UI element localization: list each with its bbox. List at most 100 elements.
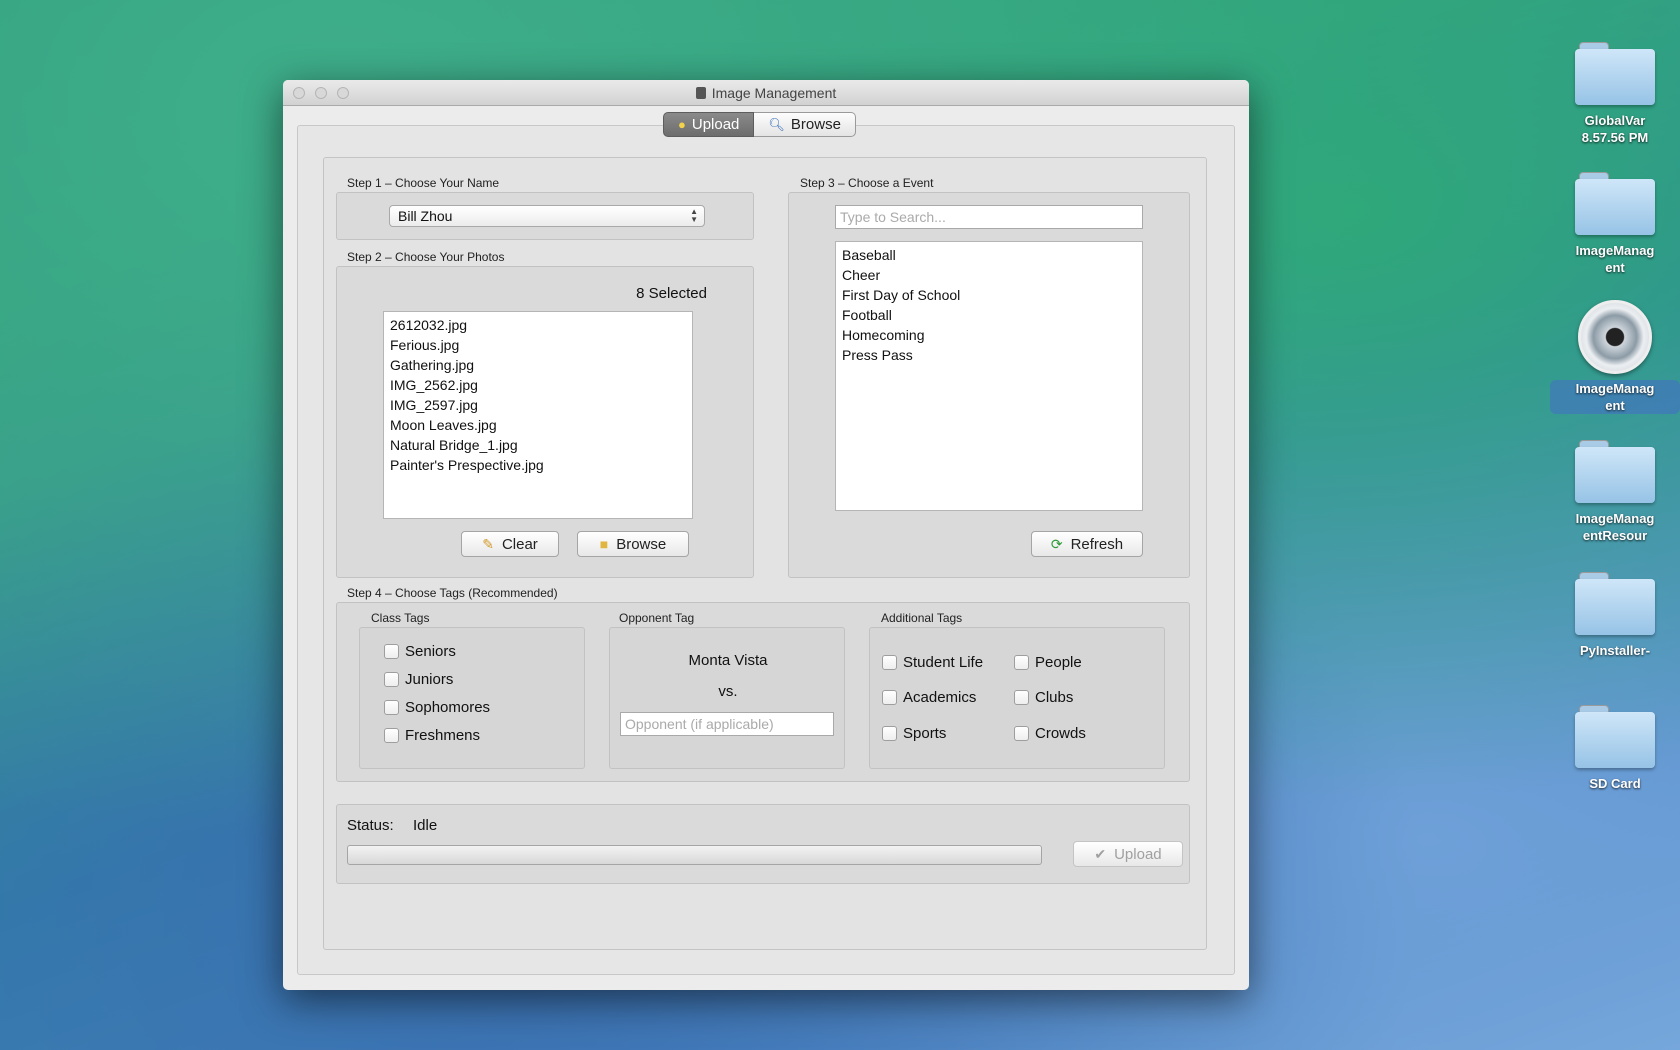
step1-group: Bill Zhou ▲ ▼ (336, 192, 754, 240)
photo-list[interactable]: 2612032.jpg Ferious.jpg Gathering.jpg IM… (383, 311, 693, 519)
list-item[interactable]: Painter's Prespective.jpg (390, 455, 686, 475)
window-titlebar[interactable]: Image Management (283, 80, 1249, 106)
checkbox[interactable] (882, 655, 897, 670)
checkbox[interactable] (882, 726, 897, 741)
checkbox-label: Sports (903, 725, 947, 742)
zoom-window-button[interactable] (337, 87, 349, 99)
checkbox[interactable] (1014, 690, 1029, 705)
checkbox[interactable] (384, 728, 399, 743)
checkbox-freshmens[interactable]: Freshmens (384, 727, 480, 744)
checkbox[interactable] (384, 700, 399, 715)
list-item[interactable]: Gathering.jpg (390, 355, 686, 375)
event-search-input[interactable]: Type to Search... (835, 205, 1143, 229)
name-select[interactable]: Bill Zhou ▲ ▼ (389, 205, 705, 227)
checkbox-label: Clubs (1035, 689, 1074, 706)
list-item[interactable]: Ferious.jpg (390, 335, 686, 355)
list-item[interactable]: First Day of School (842, 285, 1136, 305)
tab-label: Browse (790, 116, 841, 133)
tab-browse[interactable]: 🔍︎ Browse (754, 112, 856, 137)
class-tags-label: Class Tags (371, 611, 430, 625)
magnifier-icon: 🔍︎ (768, 117, 785, 132)
minimize-window-button[interactable] (315, 87, 327, 99)
folder-icon (1575, 172, 1655, 236)
folder-icon (1575, 42, 1655, 106)
app-title-icon (695, 87, 706, 99)
step4-label: Step 4 – Choose Tags (Recommended) (347, 586, 558, 600)
step3-label: Step 3 – Choose a Event (800, 176, 934, 190)
tab-label: Upload (691, 116, 740, 133)
checkmark-icon: ✔ (1094, 845, 1107, 862)
list-item[interactable]: Press Pass (842, 345, 1136, 365)
browse-button-label: Browse (616, 535, 667, 553)
list-item[interactable]: Natural Bridge_1.jpg (390, 435, 686, 455)
broom-icon: ✎ (482, 535, 494, 552)
desktop-icon-label: SD Card (1589, 776, 1641, 791)
checkbox[interactable] (1014, 655, 1029, 670)
checkbox-label: Student Life (903, 654, 984, 671)
checkbox-label: Academics (903, 689, 977, 706)
step3-group: Type to Search... Baseball Cheer First D… (788, 192, 1190, 578)
checkbox-sophomores[interactable]: Sophomores (384, 699, 490, 716)
additional-tags-group: Student Life People Academics Clubs Spor… (869, 627, 1165, 769)
tab-bar: ● Upload 🔍︎ Browse (663, 112, 856, 137)
step4-group: Class Tags Seniors Juniors Sophomores Fr… (336, 602, 1190, 782)
checkbox-label: Freshmens (405, 727, 481, 744)
list-item[interactable]: Homecoming (842, 325, 1136, 345)
class-tags-group: Seniors Juniors Sophomores Freshmens (359, 627, 585, 769)
clear-button-label: Clear (501, 535, 538, 553)
list-item[interactable]: 2612032.jpg (390, 315, 686, 335)
window-controls (293, 87, 349, 99)
checkbox-label: Seniors (405, 643, 456, 660)
checkbox-academics[interactable]: Academics (882, 689, 976, 706)
opponent-tag-group: Monta Vista vs. Opponent (if applicable) (609, 627, 845, 769)
event-list[interactable]: Baseball Cheer First Day of School Footb… (835, 241, 1143, 511)
tab-upload[interactable]: ● Upload (663, 112, 755, 137)
desktop-icon-imagemanagement-app[interactable]: ImageManag ent (1550, 300, 1680, 414)
image-management-window: Image Management ● Upload 🔍︎ Browse Step… (283, 80, 1249, 990)
desktop-icon-label: PyInstaller- (1579, 643, 1651, 658)
folder-icon (1575, 572, 1655, 636)
refresh-button[interactable]: ⟳ Refresh (1031, 531, 1143, 557)
list-item[interactable]: Moon Leaves.jpg (390, 415, 686, 435)
vs-label: vs. (718, 683, 738, 700)
desktop-icon-label: ImageManag entResour (1575, 511, 1655, 543)
list-item[interactable]: Baseball (842, 245, 1136, 265)
desktop-icon-sdcard[interactable]: SD Card (1550, 705, 1680, 792)
desktop-icon-globalvar[interactable]: GlobalVar 8.57.56 PM (1550, 42, 1680, 146)
checkbox-label: Juniors (405, 671, 454, 688)
checkbox[interactable] (1014, 726, 1029, 741)
folder-icon (1575, 705, 1655, 769)
list-item[interactable]: IMG_2562.jpg (390, 375, 686, 395)
checkbox-juniors[interactable]: Juniors (384, 671, 453, 688)
checkbox[interactable] (882, 690, 897, 705)
checkbox-clubs[interactable]: Clubs (1014, 689, 1073, 706)
checkbox-crowds[interactable]: Crowds (1014, 725, 1086, 742)
app-icon (1578, 300, 1652, 374)
additional-tags-label: Additional Tags (881, 611, 963, 625)
step1-label: Step 1 – Choose Your Name (347, 176, 500, 190)
list-item[interactable]: IMG_2597.jpg (390, 395, 686, 415)
desktop-icon-imagemanagementresources[interactable]: ImageManag entResour (1550, 440, 1680, 544)
browse-photos-button[interactable]: ■ Browse (577, 531, 689, 557)
clear-button[interactable]: ✎ Clear (461, 531, 559, 557)
refresh-icon: ⟳ (1050, 535, 1063, 552)
home-team-name: Monta Vista (688, 652, 768, 669)
close-window-button[interactable] (293, 87, 305, 99)
folder-icon (1575, 440, 1655, 504)
checkbox[interactable] (384, 672, 399, 687)
desktop-icon-label: ImageManag ent (1575, 243, 1655, 275)
checkbox-people[interactable]: People (1014, 654, 1082, 671)
list-item[interactable]: Cheer (842, 265, 1136, 285)
checkbox-sports[interactable]: Sports (882, 725, 946, 742)
opponent-input[interactable]: Opponent (if applicable) (620, 712, 834, 736)
window-title: Image Management (711, 85, 837, 101)
upload-button[interactable]: ✔ Upload (1073, 841, 1183, 867)
upload-button-label: Upload (1114, 845, 1162, 863)
upload-progress-bar (347, 845, 1042, 865)
checkbox[interactable] (384, 644, 399, 659)
desktop-icon-pyinstaller[interactable]: PyInstaller- (1550, 572, 1680, 659)
list-item[interactable]: Football (842, 305, 1136, 325)
desktop-icon-imagemanagement-folder[interactable]: ImageManag ent (1550, 172, 1680, 276)
checkbox-seniors[interactable]: Seniors (384, 643, 456, 660)
checkbox-student-life[interactable]: Student Life (882, 654, 983, 671)
